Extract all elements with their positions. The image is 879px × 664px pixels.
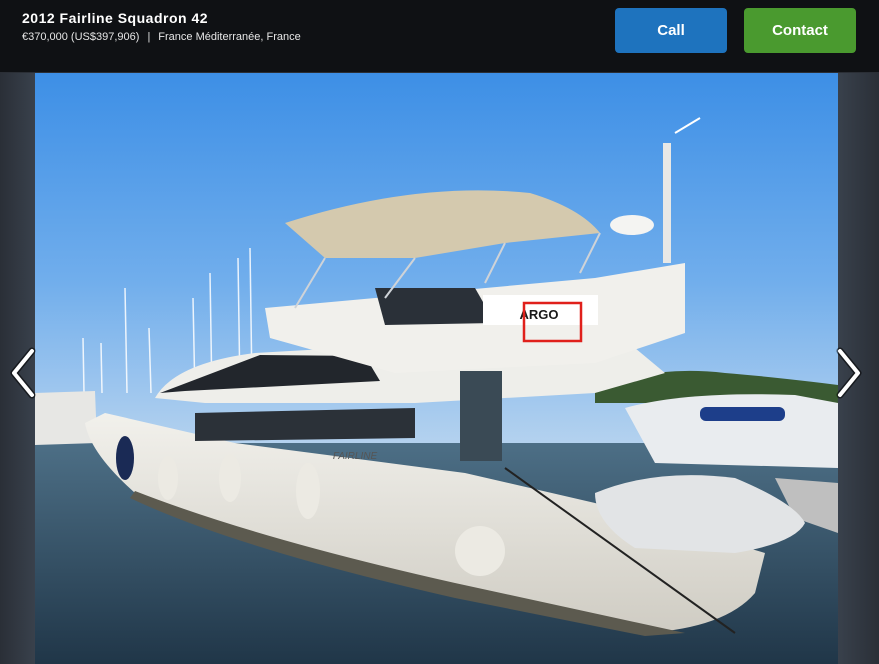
listing-price: €370,000 (US$397,906): [22, 31, 140, 43]
call-button[interactable]: Call: [615, 8, 727, 53]
hull-brand-label: FAIRLINE: [333, 451, 378, 462]
listing-subline: €370,000 (US$397,906) | France Méditerrané…: [22, 31, 301, 43]
next-photo-button[interactable]: [828, 343, 868, 403]
listing-title: 2012 Fairline Squadron 42: [22, 10, 209, 26]
listing-header: 2012 Fairline Squadron 42 €370,000 (US$3…: [0, 0, 879, 73]
chevron-left-icon: [10, 347, 36, 399]
boat-name-label: ARGO: [520, 307, 559, 322]
previous-photo-button[interactable]: [4, 343, 44, 403]
photo-gallery: ARGO FAIRLINE: [0, 73, 879, 664]
separator: |: [147, 31, 151, 43]
chevron-right-icon: [836, 347, 862, 399]
listing-location: France Méditerranée, France: [158, 31, 301, 43]
boat-photo: ARGO FAIRLINE: [35, 73, 838, 664]
contact-button[interactable]: Contact: [744, 8, 856, 53]
